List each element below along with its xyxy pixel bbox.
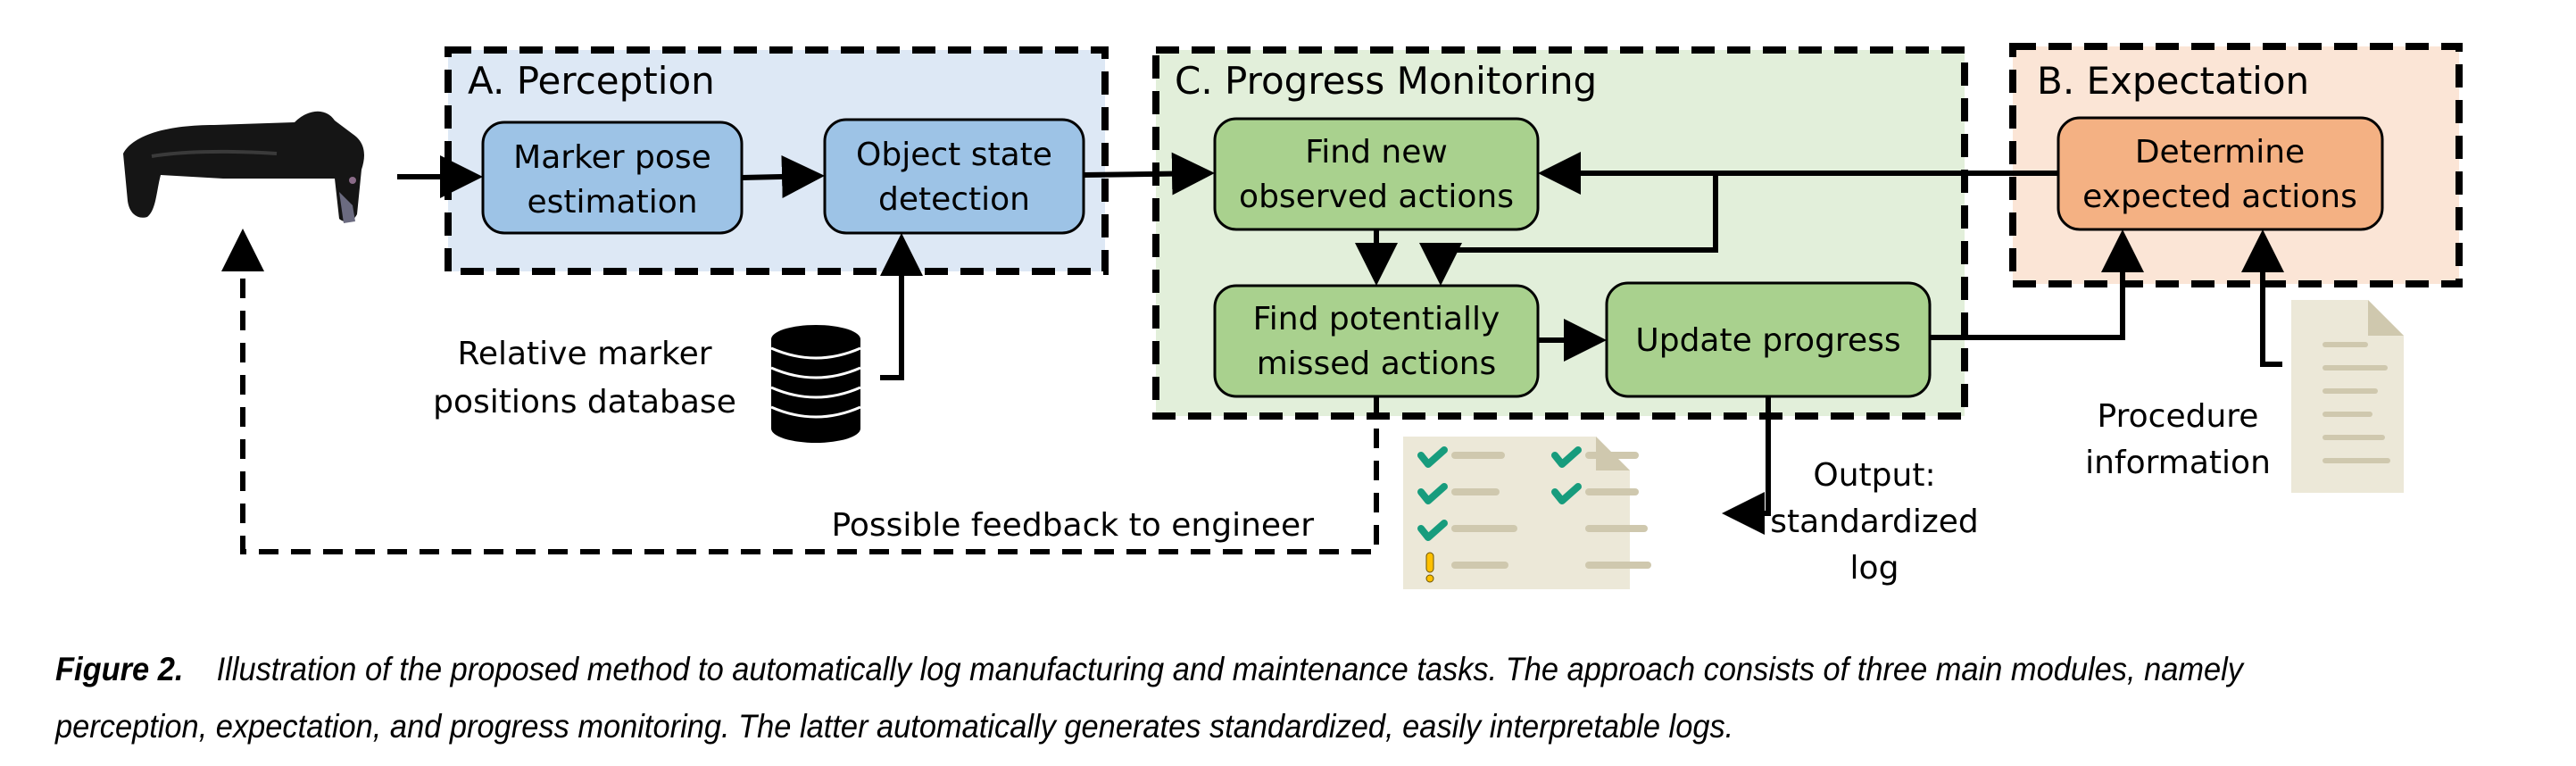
box-line: Find potentially <box>1253 301 1500 337</box>
feedback-label: Possible feedback to engineer <box>831 507 1314 544</box>
box-determine-expected-actions: Determine expected actions <box>2057 116 2384 231</box>
box-line: Marker pose <box>513 139 711 176</box>
database-icon <box>770 325 861 443</box>
perception-title: A. Perception <box>468 59 715 103</box>
expectation-title: B. Expectation <box>2037 59 2309 103</box>
database-label-line: positions database <box>433 384 736 420</box>
procedure-label-line: Procedure <box>2098 398 2259 435</box>
figure-caption: Figure 2. Illustration of the proposed me… <box>55 641 2363 755</box>
box-object-state-detection: Object state detection <box>823 118 1085 235</box>
figure-label: Figure 2. <box>55 651 184 687</box>
box-update-progress: Update progress <box>1605 281 1932 398</box>
caption-text: Illustration of the proposed method to a… <box>55 651 2244 745</box>
output-label-line: standardized <box>1770 504 1979 540</box>
method-diagram: A. Perception C. Progress Monitoring B. … <box>123 43 2463 589</box>
progress-title: C. Progress Monitoring <box>1175 59 1597 103</box>
output-label-line: Output: <box>1813 457 1935 494</box>
box-line: Determine <box>2135 134 2305 171</box>
arrow-object-state-to-find-new <box>1083 152 1215 196</box>
headset-icon <box>123 111 364 223</box>
box-line: Update progress <box>1635 322 1900 359</box>
procedure-document-icon <box>2291 300 2404 493</box>
box-find-potentially-missed-actions: Find potentially missed actions <box>1213 284 1540 398</box>
box-line: Find new <box>1305 134 1448 171</box>
box-marker-pose-estimation: Marker pose estimation <box>481 121 744 235</box>
log-document-icon <box>1403 437 1651 589</box>
box-line: expected actions <box>2082 179 2357 215</box>
arrow-marker-pose-to-object-state <box>741 154 825 198</box>
box-line: estimation <box>527 184 697 221</box>
box-line: detection <box>878 181 1030 218</box>
box-line: Object state <box>856 137 1052 173</box>
box-line: observed actions <box>1239 179 1514 215</box>
database-label-line: Relative marker <box>457 336 711 372</box>
procedure-label-line: information <box>2085 445 2271 481</box>
box-line: missed actions <box>1257 346 1497 382</box>
warning-dot <box>1425 574 1434 583</box>
output-label-line: log <box>1850 550 1899 587</box>
warning-icon <box>1425 552 1434 573</box>
box-find-new-observed-actions: Find new observed actions <box>1213 117 1540 231</box>
